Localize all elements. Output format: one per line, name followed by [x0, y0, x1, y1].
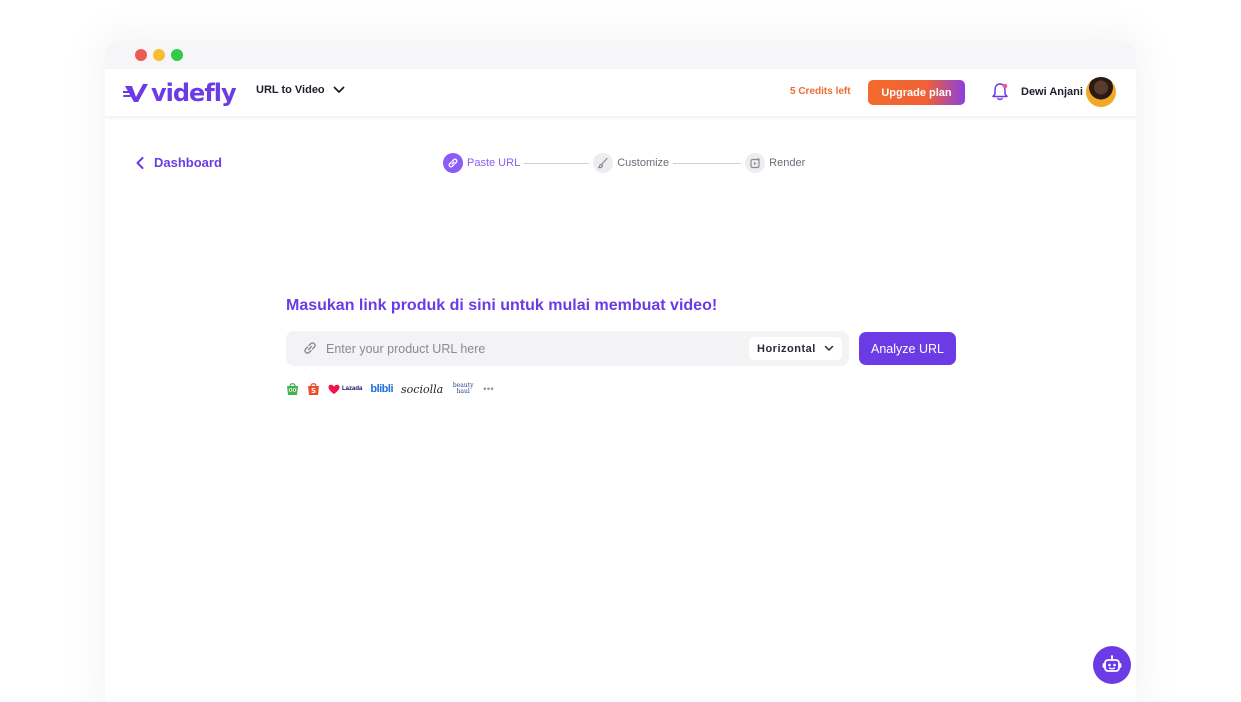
step-customize: Customize: [593, 153, 669, 173]
step-paste-url: Paste URL: [443, 153, 520, 173]
step-connector: [524, 162, 590, 164]
step-label: Customize: [617, 157, 670, 169]
top-navigation: videfly URL to Video 5 Credits left Upgr…: [105, 69, 1136, 116]
blibli-label: blibli: [370, 383, 394, 395]
chevron-down-icon: [333, 86, 345, 93]
videfly-logo[interactable]: videfly: [123, 78, 237, 108]
user-name: Dewi Anjani: [1021, 86, 1083, 98]
minimize-window-button[interactable]: [153, 49, 165, 61]
maximize-window-button[interactable]: [171, 49, 183, 61]
supported-platforms: S Lazada blibli sociolla beauty haul •••: [286, 381, 494, 397]
mode-dropdown[interactable]: URL to Video: [256, 84, 345, 96]
logo-text: videfly: [151, 79, 237, 107]
progress-stepper: Paste URL Customize Render: [443, 152, 805, 174]
back-to-dashboard-link[interactable]: Dashboard: [136, 155, 222, 170]
lazada-label: Lazada: [342, 386, 363, 392]
more-label: •••: [483, 384, 495, 394]
product-url-input[interactable]: [326, 338, 726, 360]
tokopedia-icon: [286, 382, 299, 396]
svg-text:S: S: [311, 387, 316, 395]
mode-dropdown-label: URL to Video: [256, 84, 325, 96]
step-label: Render: [769, 157, 806, 169]
analyze-url-button[interactable]: Analyze URL: [859, 332, 956, 365]
orientation-label: Horizontal: [757, 342, 816, 355]
heart-icon: [328, 384, 340, 394]
sociolla-label: sociolla: [401, 382, 444, 396]
blibli-logo: blibli: [370, 383, 393, 395]
notification-bell-icon[interactable]: [991, 82, 1009, 106]
logo-mark-icon: [123, 84, 148, 102]
close-window-button[interactable]: [135, 49, 147, 61]
page-headline: Masukan link produk di sini untuk mulai …: [286, 297, 718, 314]
back-link-label: Dashboard: [154, 155, 222, 170]
step-connector: [673, 162, 742, 164]
avatar[interactable]: [1086, 77, 1116, 107]
chevron-left-icon: [136, 156, 144, 169]
credits-left: 5 Credits left: [790, 86, 851, 97]
link-icon: [443, 153, 463, 173]
brush-icon: [593, 153, 614, 173]
robot-icon: [1102, 655, 1122, 672]
lazada-logo: Lazada: [328, 384, 362, 395]
beauty-haul-label: beauty haul: [452, 382, 474, 395]
beauty-haul-logo: beauty haul: [451, 383, 475, 395]
render-icon: [745, 153, 766, 173]
step-label: Paste URL: [467, 157, 521, 169]
chatbot-button[interactable]: [1093, 646, 1131, 684]
link-icon: [302, 340, 318, 361]
shopee-icon: S: [307, 382, 320, 396]
url-input-container: Horizontal: [286, 331, 849, 366]
sociolla-logo: sociolla: [401, 383, 443, 396]
window-titlebar: [105, 41, 1136, 69]
orientation-dropdown[interactable]: Horizontal: [749, 337, 842, 360]
app-window: videfly URL to Video 5 Credits left Upgr…: [105, 41, 1136, 702]
chevron-down-icon: [824, 345, 834, 351]
more-icon[interactable]: •••: [483, 384, 494, 394]
upgrade-plan-button[interactable]: Upgrade plan: [868, 80, 965, 105]
step-render: Render: [745, 153, 805, 173]
